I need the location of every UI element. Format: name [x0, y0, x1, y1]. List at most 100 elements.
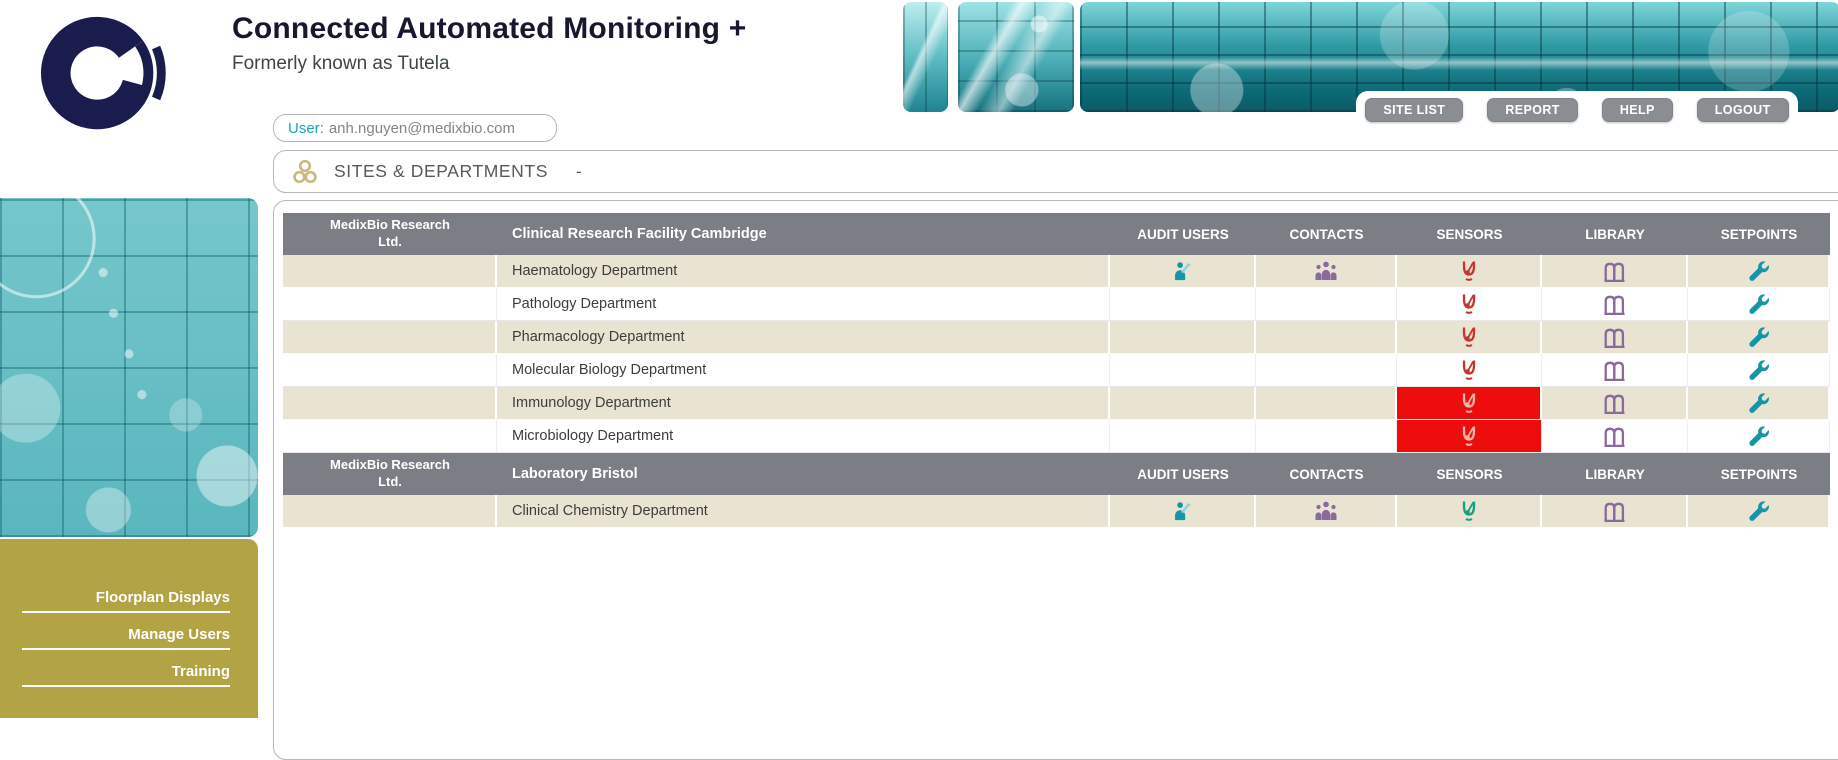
column-header: SETPOINTS [1688, 467, 1830, 482]
table-row: Clinical Chemistry Department [283, 495, 1830, 528]
contacts-cell [1256, 420, 1397, 452]
sensor-icon [1458, 326, 1480, 348]
org-cell [283, 420, 497, 452]
table-group-header: MedixBio Research Ltd. Laboratory Bristo… [283, 453, 1830, 495]
department-cell: Immunology Department [497, 387, 1110, 419]
sensor-icon [1458, 425, 1480, 447]
page-subtitle: Formerly known as Tutela [232, 53, 746, 75]
org-cell [283, 288, 497, 320]
org-cell [283, 255, 497, 287]
setpoints-cell[interactable] [1688, 255, 1830, 287]
setpoints-cell[interactable] [1688, 354, 1830, 386]
audit-users-cell[interactable] [1110, 255, 1256, 287]
library-cell[interactable] [1542, 495, 1688, 527]
table-group-header: MedixBio Research Ltd. Clinical Research… [283, 213, 1830, 255]
contacts-icon [1314, 501, 1338, 521]
sensors-cell[interactable] [1397, 387, 1542, 419]
sensor-icon [1458, 500, 1480, 522]
audit-users-icon [1172, 260, 1193, 282]
setpoints-icon [1747, 500, 1770, 523]
user-email: anh.nguyen@medixbio.com [329, 120, 515, 137]
library-icon [1602, 359, 1627, 381]
contacts-cell [1256, 288, 1397, 320]
nav-button-bar: SITE LIST REPORT HELP LOGOUT [1356, 91, 1798, 150]
library-cell[interactable] [1542, 420, 1688, 452]
library-cell[interactable] [1542, 288, 1688, 320]
audit-users-icon [1172, 500, 1193, 522]
column-header: AUDIT USERS [1110, 227, 1256, 242]
sidebar-item-manage-users[interactable]: Manage Users [22, 626, 230, 650]
banner-image-small [903, 2, 948, 112]
table-row: Immunology Department [283, 387, 1830, 420]
library-icon [1602, 500, 1627, 522]
sites-departments-header: SITES & DEPARTMENTS - [273, 150, 1838, 193]
library-icon [1602, 293, 1627, 315]
library-cell[interactable] [1542, 321, 1688, 353]
table-row: Molecular Biology Department [283, 354, 1830, 387]
site-list-button[interactable]: SITE LIST [1365, 98, 1463, 122]
sensors-cell[interactable] [1397, 321, 1542, 353]
setpoints-cell[interactable] [1688, 288, 1830, 320]
column-header: SENSORS [1397, 227, 1542, 242]
sites-cluster-icon [291, 158, 319, 186]
department-cell: Haematology Department [497, 255, 1110, 287]
contacts-cell[interactable] [1256, 495, 1397, 527]
sidebar-nav: Floorplan Displays Manage Users Training [0, 539, 258, 718]
table-row: Microbiology Department [283, 420, 1830, 453]
contacts-cell[interactable] [1256, 255, 1397, 287]
sites-table: MedixBio Research Ltd. Clinical Research… [283, 213, 1830, 528]
department-cell: Pharmacology Department [497, 321, 1110, 353]
section-collapse-toggle[interactable]: - [576, 162, 582, 182]
help-button[interactable]: HELP [1602, 98, 1673, 122]
setpoints-cell[interactable] [1688, 387, 1830, 419]
library-icon [1602, 260, 1627, 282]
department-cell: Microbiology Department [497, 420, 1110, 452]
department-cell: Molecular Biology Department [497, 354, 1110, 386]
contacts-cell [1256, 354, 1397, 386]
setpoints-cell[interactable] [1688, 420, 1830, 452]
column-header: LIBRARY [1542, 467, 1688, 482]
audit-users-cell[interactable] [1110, 495, 1256, 527]
org-cell [283, 387, 497, 419]
page-title: Connected Automated Monitoring + [232, 12, 746, 46]
contacts-cell [1256, 387, 1397, 419]
logout-button[interactable]: LOGOUT [1697, 98, 1789, 122]
audit-users-cell [1110, 387, 1256, 419]
setpoints-cell[interactable] [1688, 321, 1830, 353]
page: { "header": { "title": "Connected Automa… [0, 0, 1838, 718]
sidebar-item-training[interactable]: Training [22, 663, 230, 687]
site-name: Clinical Research Facility Cambridge [497, 226, 1110, 242]
org-cell [283, 354, 497, 386]
logo-ring-icon [38, 4, 176, 142]
contacts-icon [1314, 261, 1338, 281]
setpoints-icon [1747, 260, 1770, 283]
contacts-cell [1256, 321, 1397, 353]
library-cell[interactable] [1542, 387, 1688, 419]
table-row: Pharmacology Department [283, 321, 1830, 354]
library-cell[interactable] [1542, 255, 1688, 287]
sensors-cell[interactable] [1397, 420, 1542, 452]
app-logo [38, 4, 176, 142]
main-content-panel: MedixBio Research Ltd. Clinical Research… [273, 200, 1838, 760]
org-cell [283, 495, 497, 527]
department-cell: Clinical Chemistry Department [497, 495, 1110, 527]
sensors-cell[interactable] [1397, 495, 1542, 527]
sidebar-item-floorplan-displays[interactable]: Floorplan Displays [22, 589, 230, 613]
table-row: Pathology Department [283, 288, 1830, 321]
user-display: User: anh.nguyen@medixbio.com [273, 114, 557, 142]
column-header: CONTACTS [1256, 227, 1397, 242]
report-button[interactable]: REPORT [1487, 98, 1578, 122]
org-name: MedixBio Research Ltd. [283, 457, 497, 491]
sensor-icon [1458, 293, 1480, 315]
sensor-icon [1458, 260, 1480, 282]
setpoints-icon [1747, 293, 1770, 316]
audit-users-cell [1110, 420, 1256, 452]
library-cell[interactable] [1542, 354, 1688, 386]
setpoints-icon [1747, 425, 1770, 448]
sensor-icon [1458, 359, 1480, 381]
sensors-cell[interactable] [1397, 255, 1542, 287]
sensors-cell[interactable] [1397, 354, 1542, 386]
sensors-cell[interactable] [1397, 288, 1542, 320]
setpoints-cell[interactable] [1688, 495, 1830, 527]
banner-image-medium [958, 2, 1074, 112]
